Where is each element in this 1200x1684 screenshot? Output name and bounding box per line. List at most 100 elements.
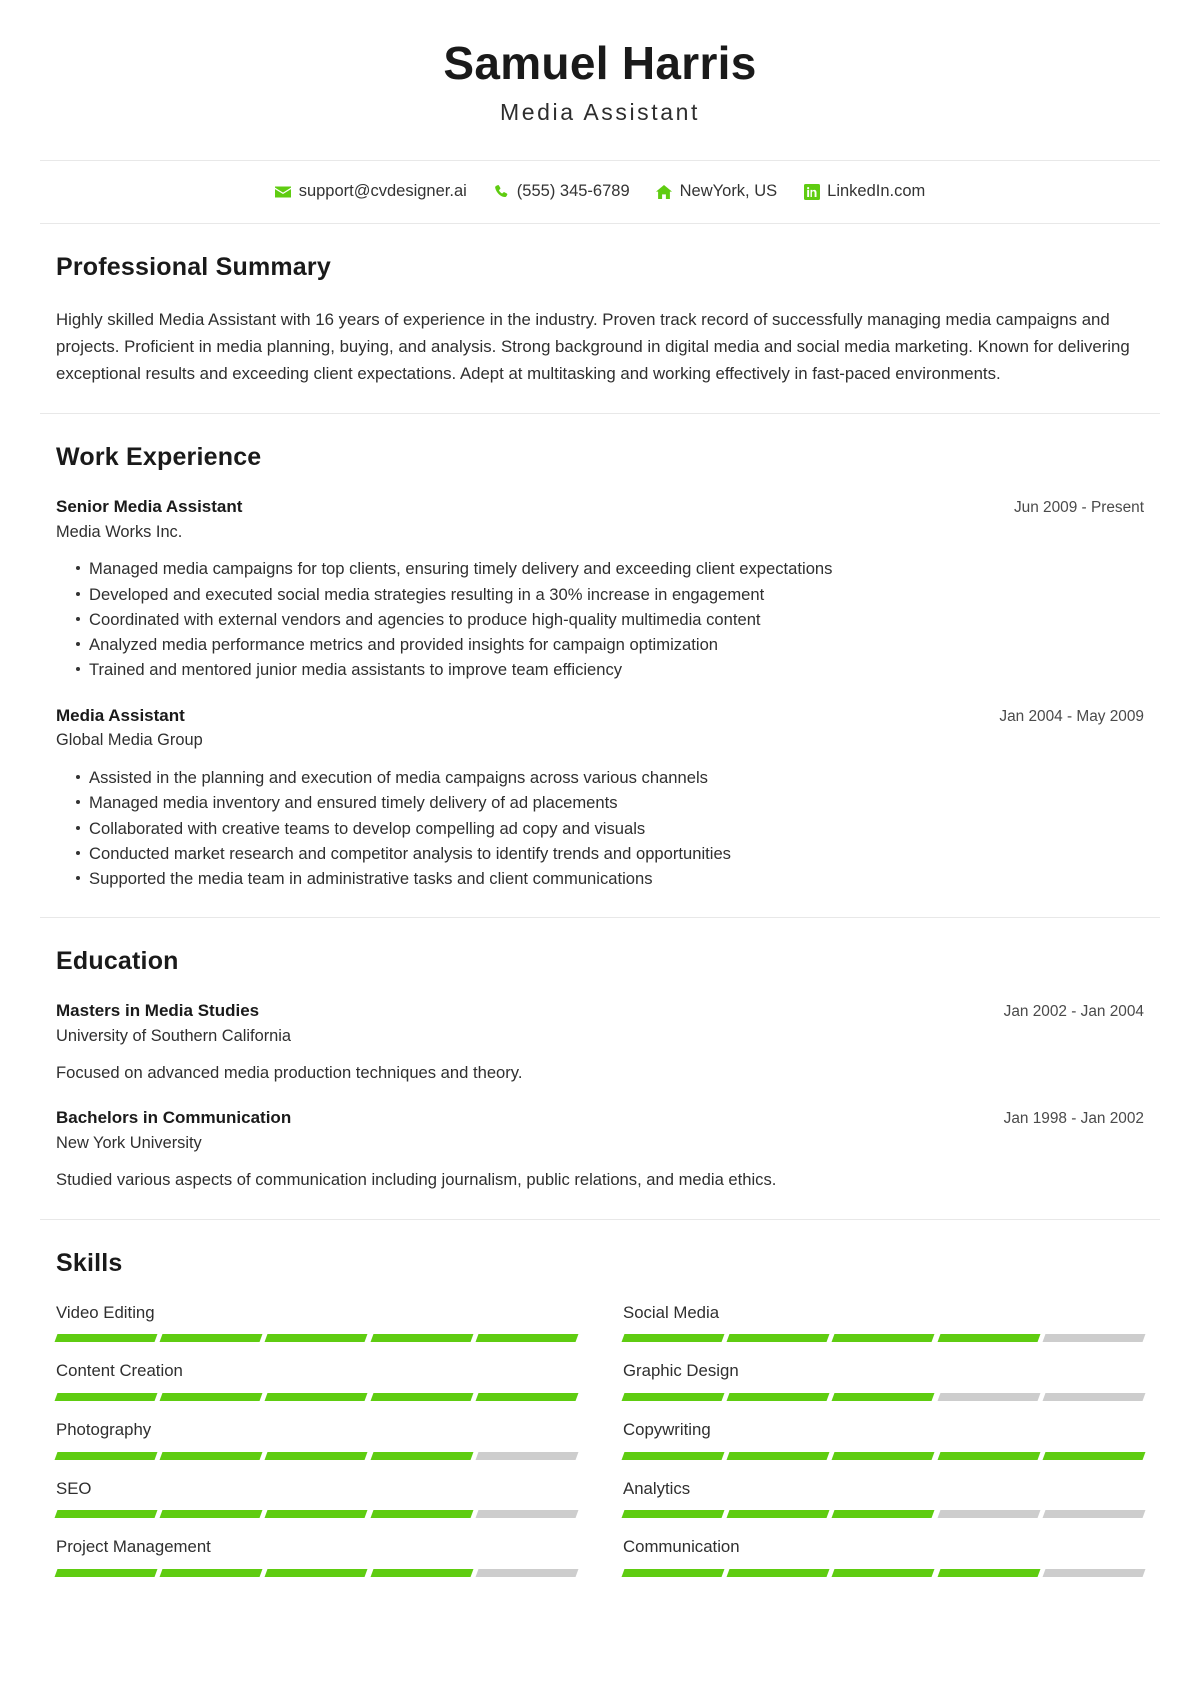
skill-segment-filled: [475, 1392, 579, 1401]
skill-segment-filled: [159, 1510, 263, 1519]
skill-item: Content Creation: [54, 1360, 579, 1419]
education-entry-dates: Jan 1998 - Jan 2002: [1003, 1110, 1144, 1128]
skill-segment-filled: [159, 1451, 263, 1460]
skill-segment-filled: [831, 1392, 936, 1401]
skill-segment-filled: [370, 1451, 474, 1460]
skill-item: Copywriting: [621, 1419, 1146, 1478]
skill-level-bar: [621, 1451, 1146, 1460]
section-education: Education Masters in Media Studies Jan 2…: [40, 918, 1160, 1219]
list-item: Analyzed media performance metrics and p…: [56, 632, 1144, 657]
work-entry-role: Senior Media Assistant: [56, 496, 243, 516]
contact-linkedin[interactable]: LinkedIn.com: [803, 182, 925, 201]
education-entry: Masters in Media Studies Jan 2002 - Jan …: [56, 1000, 1144, 1086]
skill-item: Video Editing: [54, 1302, 579, 1361]
skill-segment-filled: [475, 1334, 579, 1343]
skill-segment-filled: [54, 1568, 158, 1577]
skill-segment-filled: [726, 1451, 830, 1460]
skill-segment-filled: [937, 1568, 1041, 1577]
section-title-skills: Skills: [56, 1249, 123, 1278]
home-icon: [656, 183, 673, 200]
work-entry-dates: Jun 2009 - Present: [1013, 498, 1144, 516]
education-entry-school: New York University: [56, 1134, 202, 1153]
work-entry-bullets: Managed media campaigns for top clients,…: [56, 556, 1144, 682]
skill-segment-filled: [937, 1334, 1041, 1343]
skill-segment-empty: [1042, 1392, 1146, 1401]
skill-level-bar: [54, 1334, 579, 1343]
skill-name: Content Creation: [56, 1361, 183, 1381]
skill-name: Social Media: [623, 1302, 720, 1322]
skill-level-bar: [621, 1334, 1146, 1343]
page-title: Samuel Harris: [443, 37, 757, 89]
education-entry-description: Focused on advanced media production tec…: [56, 1062, 523, 1082]
contact-phone[interactable]: (555) 345-6789: [493, 182, 630, 201]
work-entry-role: Media Assistant: [56, 705, 185, 725]
skill-segment-filled: [54, 1451, 158, 1460]
skill-segment-filled: [370, 1392, 474, 1401]
education-entry-degree: Masters in Media Studies: [56, 1000, 260, 1020]
skill-segment-filled: [621, 1451, 725, 1460]
list-item: Conducted market research and competitor…: [56, 841, 1144, 866]
phone-icon: [493, 183, 510, 200]
skill-item: Photography: [54, 1419, 579, 1478]
skill-segment-filled: [621, 1392, 725, 1401]
resume-header: Samuel Harris Media Assistant: [40, 0, 1160, 160]
skill-name: Communication: [623, 1537, 740, 1557]
skill-segment-filled: [264, 1451, 369, 1460]
skill-segment-filled: [264, 1510, 369, 1519]
list-item: Assisted in the planning and execution o…: [56, 765, 1144, 790]
education-entry: Bachelors in Communication Jan 1998 - Ja…: [56, 1107, 1144, 1193]
work-entry-org: Media Works Inc.: [56, 522, 183, 541]
skill-name: Project Management: [56, 1537, 211, 1557]
list-item: Collaborated with creative teams to deve…: [56, 816, 1144, 841]
skill-item: Graphic Design: [621, 1360, 1146, 1419]
skills-grid: Video Editing Social Media Content Creatio…: [54, 1302, 1146, 1595]
section-skills: Skills Video Editing Social Media Content …: [40, 1220, 1160, 1621]
work-entry-bullets: Assisted in the planning and execution o…: [56, 765, 1144, 891]
section-work-experience: Work Experience Senior Media Assistant J…: [40, 414, 1160, 917]
section-professional-summary: Professional Summary Highly skilled Medi…: [40, 224, 1160, 413]
list-item: Managed media inventory and ensured time…: [56, 790, 1144, 815]
contact-email[interactable]: support@cvdesigner.ai: [275, 182, 467, 201]
skill-name: SEO: [56, 1478, 92, 1498]
skill-item: SEO: [54, 1478, 579, 1537]
work-entry: Senior Media Assistant Jun 2009 - Presen…: [56, 496, 1144, 683]
skill-level-bar: [54, 1392, 579, 1401]
linkedin-icon: [803, 183, 820, 200]
skill-name: Analytics: [623, 1478, 691, 1498]
skill-segment-filled: [54, 1392, 158, 1401]
skill-segment-filled: [370, 1568, 474, 1577]
skill-segment-filled: [621, 1510, 725, 1519]
skill-item: Social Media: [621, 1302, 1146, 1361]
work-entry-head: Senior Media Assistant Jun 2009 - Presen…: [56, 496, 1144, 519]
work-entry-org: Global Media Group: [56, 731, 203, 750]
list-item: Managed media campaigns for top clients,…: [56, 556, 1144, 581]
summary-text: Highly skilled Media Assistant with 16 y…: [56, 309, 1130, 384]
section-title-education: Education: [56, 947, 179, 976]
skill-level-bar: [621, 1510, 1146, 1519]
work-entry-dates: Jan 2004 - May 2009: [999, 707, 1144, 725]
skill-level-bar: [54, 1510, 579, 1519]
skill-segment-filled: [726, 1334, 830, 1343]
contact-location[interactable]: NewYork, US: [656, 182, 777, 201]
skill-name: Graphic Design: [623, 1361, 739, 1381]
skill-level-bar: [54, 1451, 579, 1460]
skill-segment-filled: [159, 1334, 263, 1343]
skill-level-bar: [621, 1568, 1146, 1577]
skill-segment-filled: [831, 1451, 936, 1460]
education-entry-description: Studied various aspects of communication…: [56, 1170, 777, 1190]
skill-segment-filled: [726, 1392, 830, 1401]
skill-segment-filled: [831, 1334, 936, 1343]
skill-segment-empty: [1042, 1510, 1146, 1519]
skill-segment-filled: [370, 1510, 474, 1519]
skill-item: Project Management: [54, 1536, 579, 1595]
skill-segment-filled: [1042, 1451, 1146, 1460]
skill-segment-filled: [831, 1568, 936, 1577]
skill-segment-filled: [54, 1510, 158, 1519]
education-entry-head: Bachelors in Communication Jan 1998 - Ja…: [56, 1107, 1144, 1130]
skill-name: Video Editing: [56, 1302, 155, 1322]
skill-level-bar: [54, 1568, 579, 1577]
skill-segment-filled: [621, 1568, 725, 1577]
contact-email-text: support@cvdesigner.ai: [298, 182, 467, 201]
section-title-summary: Professional Summary: [56, 253, 331, 282]
list-item: Developed and executed social media stra…: [56, 582, 1144, 607]
